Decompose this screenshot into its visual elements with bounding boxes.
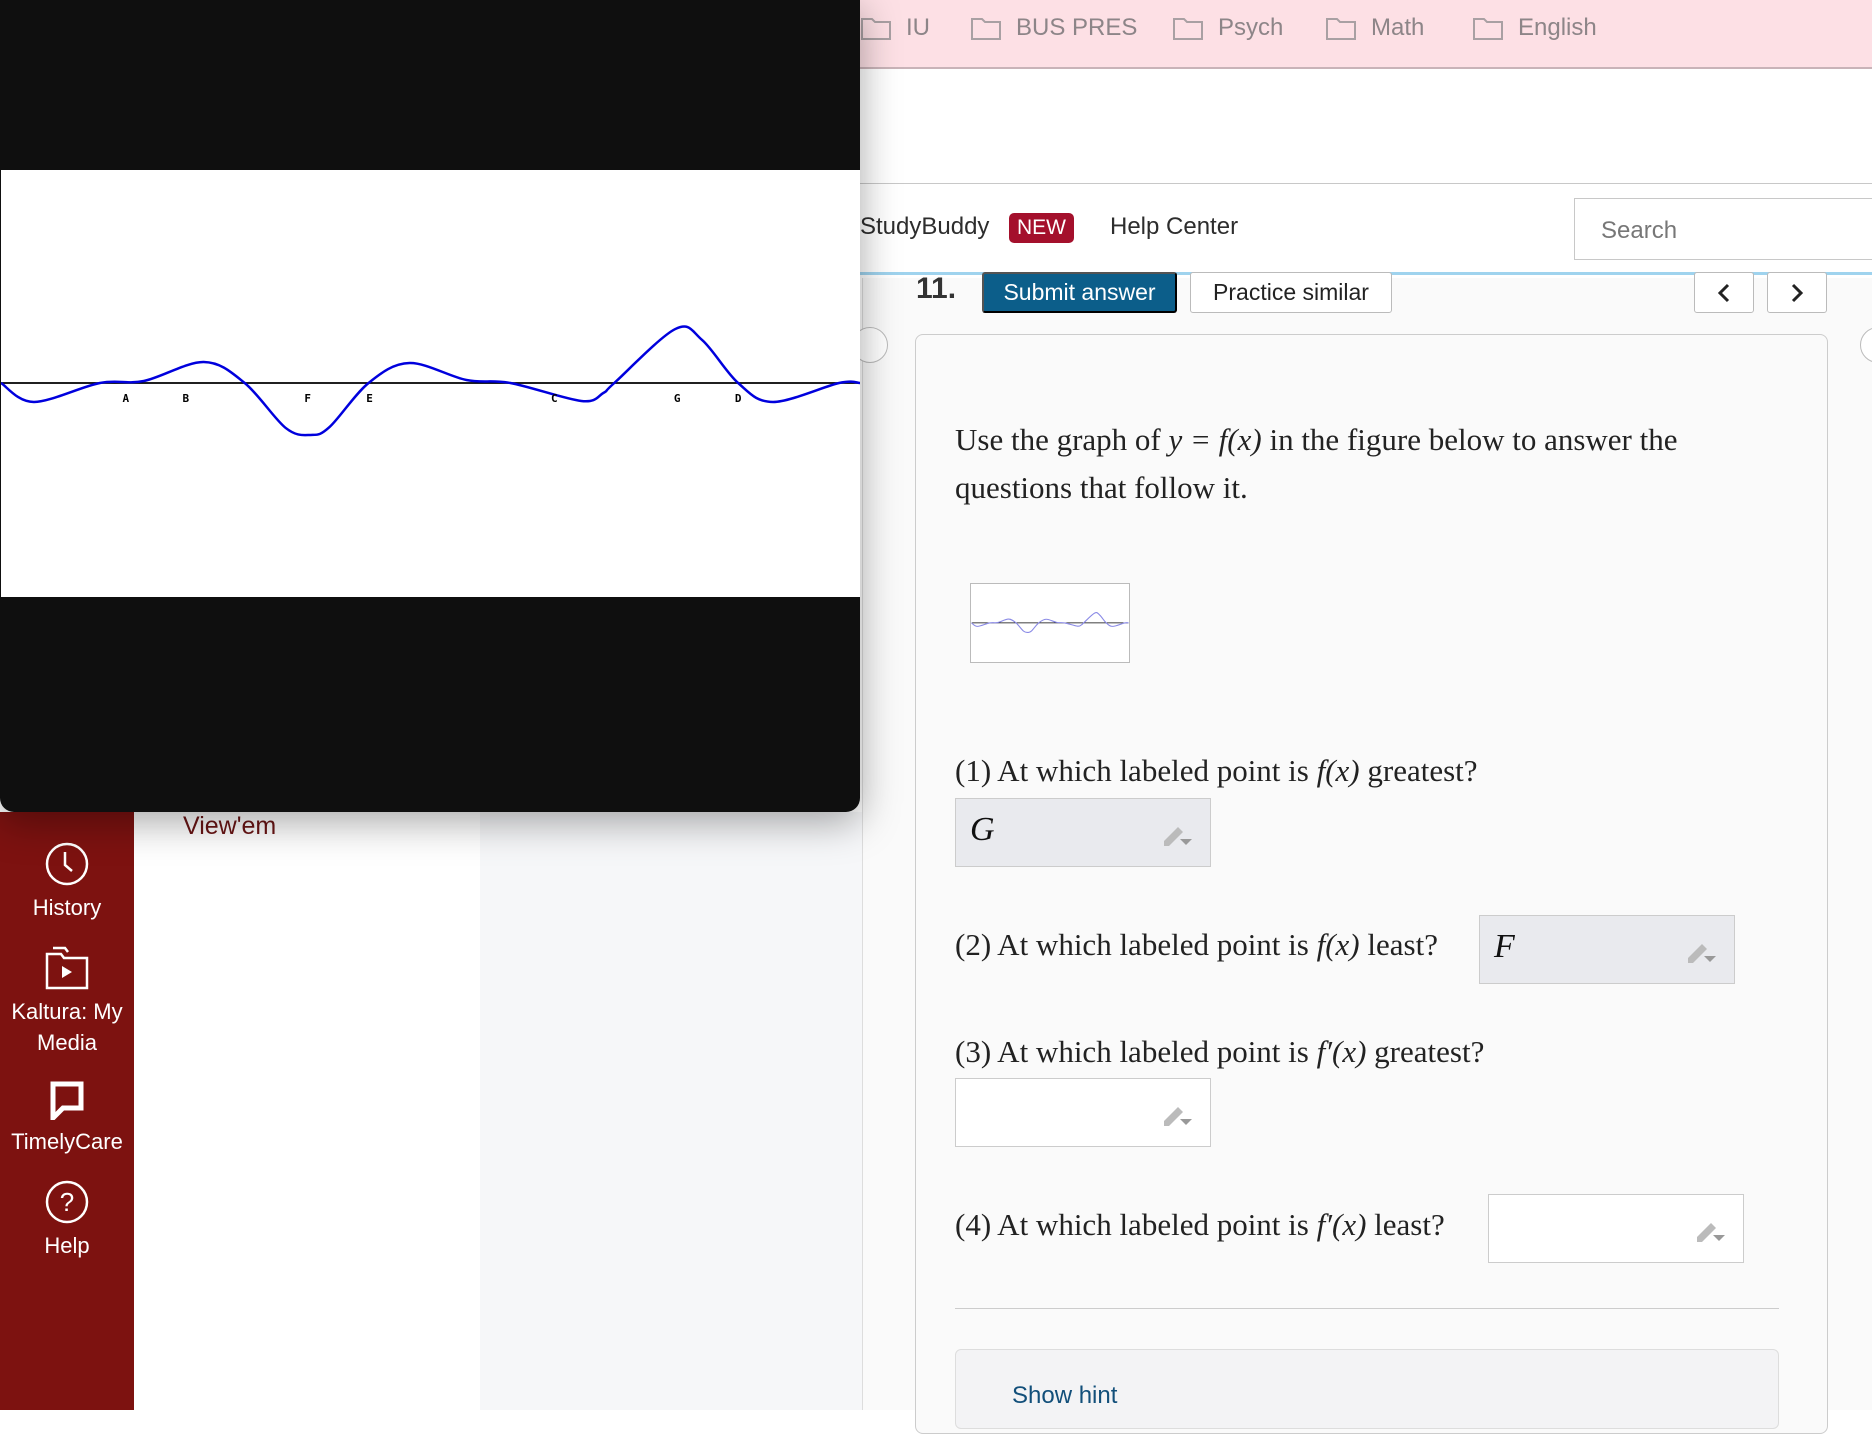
point-label-F: F (304, 392, 311, 405)
clock-icon (45, 842, 89, 886)
bookmark-label: Psych (1218, 14, 1284, 41)
bookmark-label: BUS PRES (1016, 14, 1138, 41)
course-column (134, 812, 480, 1410)
folder-icon (971, 18, 1001, 40)
sidebar-item-label: TimelyCare (11, 1129, 123, 1154)
practice-similar-button[interactable]: Practice similar (1190, 272, 1392, 313)
bookmark-psych[interactable]: Psych (1172, 14, 1283, 42)
pencil-icon (1164, 827, 1192, 846)
pencil-icon (1688, 944, 1716, 963)
sidebar-item-timelycare[interactable]: TimelyCare (0, 1080, 134, 1157)
previous-question-button[interactable] (1694, 272, 1754, 313)
sidebar-item-help[interactable]: ? Help (0, 1180, 134, 1261)
bookmark-english[interactable]: English (1472, 14, 1597, 42)
divider (955, 1308, 1779, 1309)
part-2-answer-input[interactable]: F (1479, 915, 1735, 984)
submit-answer-button[interactable]: Submit answer (982, 272, 1177, 313)
point-label-B: B (182, 392, 189, 405)
sidebar: History Kaltura: My Media TimelyCare ? H… (0, 812, 134, 1410)
studybuddy-link[interactable]: StudyBuddy (860, 213, 989, 241)
point-label-C: C (551, 392, 558, 405)
folder-icon (861, 18, 891, 40)
graph-thumbnail[interactable] (970, 583, 1130, 663)
sidebar-item-label: Kaltura: My Media (11, 999, 123, 1055)
bookmark-label: Math (1371, 14, 1425, 41)
chevron-right-icon (1791, 283, 1804, 302)
question-number: 11. (916, 272, 957, 305)
help-circle-icon: ? (45, 1180, 89, 1224)
bookmark-iu[interactable]: IU (860, 14, 930, 42)
chevron-left-icon (1717, 283, 1730, 302)
point-label-D: D (735, 392, 742, 405)
part-1-answer-input[interactable]: G (955, 798, 1211, 867)
part-1-prompt: (1) At which labeled point is f(x) great… (955, 753, 1478, 788)
sidebar-item-label: Help (44, 1233, 90, 1258)
svg-text:?: ? (60, 1187, 74, 1217)
folder-icon (1326, 18, 1356, 40)
point-label-A: A (123, 392, 130, 405)
function-curve (0, 325, 861, 437)
bookmarks-bar: IU BUS PRES Psych Math English (860, 0, 1872, 69)
pencil-icon (1697, 1223, 1725, 1242)
answer-value: G (970, 811, 995, 848)
sidebar-item-history[interactable]: History (0, 842, 134, 923)
show-hint-link[interactable]: Show hint (1012, 1382, 1117, 1410)
search-input[interactable]: Search (1574, 198, 1872, 260)
question-intro: Use the graph of y = f(x) in the figure … (955, 422, 1678, 457)
answer-value: F (1494, 928, 1515, 965)
part-3-answer-input[interactable] (955, 1078, 1211, 1147)
bookmark-label: IU (906, 14, 930, 41)
part-3-prompt: (3) At which labeled point is f′(x) grea… (955, 1034, 1485, 1069)
gray-column (480, 812, 862, 1410)
pencil-icon (1164, 1107, 1192, 1126)
bookmark-bus-pres[interactable]: BUS PRES (970, 14, 1137, 42)
sidebar-item-label: History (32, 895, 102, 920)
part-2-prompt: (2) At which labeled point is f(x) least… (955, 927, 1438, 962)
new-badge: NEW (1009, 213, 1074, 243)
point-label-E: E (366, 392, 373, 405)
next-question-button[interactable] (1767, 272, 1827, 313)
image-viewer-overlay: ABFECGD (0, 0, 861, 812)
bookmark-label: English (1518, 14, 1597, 41)
bookmark-math[interactable]: Math (1325, 14, 1424, 42)
function-curve (971, 612, 1129, 633)
graph-image: ABFECGD (0, 170, 861, 597)
part-4-prompt: (4) At which labeled point is f′(x) leas… (955, 1207, 1445, 1242)
folder-icon (1173, 18, 1203, 40)
help-center-link[interactable]: Help Center (1110, 213, 1238, 241)
viewem-link[interactable]: View'em (183, 812, 276, 841)
chat-flag-icon (50, 1081, 84, 1120)
question-intro-line2: questions that follow it. (955, 470, 1248, 505)
folder-icon (1473, 18, 1503, 40)
media-folder-icon (45, 946, 89, 990)
page-top-area (860, 71, 1872, 184)
sidebar-item-kaltura[interactable]: Kaltura: My Media (0, 946, 134, 1058)
point-label-G: G (674, 392, 681, 405)
part-4-answer-input[interactable] (1488, 1194, 1744, 1263)
